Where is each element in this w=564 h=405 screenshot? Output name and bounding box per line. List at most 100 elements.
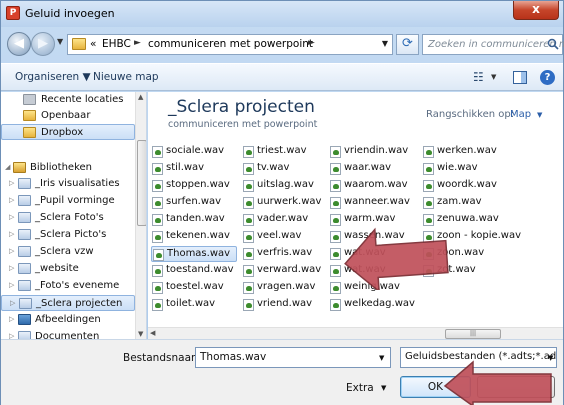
tools-button[interactable]: Extra (346, 382, 374, 394)
file-item[interactable]: tv.wav (242, 161, 328, 177)
audio-file-icon (152, 214, 163, 226)
window-title: Geluid invoegen (25, 7, 115, 20)
folder-icon (23, 110, 36, 121)
horizontal-scrollbar[interactable]: ◀ ||| (148, 327, 563, 339)
file-item[interactable]: wie.wav (422, 161, 532, 177)
view-options-icon[interactable]: ☷ (473, 70, 484, 84)
library-folder-icon (18, 195, 31, 206)
file-item[interactable]: verward.wav (242, 263, 328, 279)
nav-item-sclera-fotos[interactable]: ▷ _Sclera Foto's (1, 210, 135, 226)
nav-item-afbeeldingen[interactable]: ▷ Afbeeldingen (1, 312, 135, 328)
file-item[interactable]: woordk.wav (422, 178, 532, 194)
nav-item-website[interactable]: ▷ _website (1, 261, 135, 277)
nav-item-label: Dropbox (41, 127, 84, 138)
expand-arrow-icon[interactable]: ▷ (9, 196, 14, 204)
nav-item-iris-visualisaties[interactable]: ▷ _Iris visualisaties (1, 176, 135, 192)
recent-pages-dropdown-icon[interactable]: ▼ (57, 37, 63, 46)
file-item[interactable]: sociale.wav (151, 144, 237, 160)
file-item[interactable]: vragen.wav (242, 280, 328, 296)
file-item[interactable]: stoppen.wav (151, 178, 237, 194)
search-input[interactable]: Zoeken in communiceren met ... (422, 34, 564, 55)
file-item-selected[interactable]: Thomas.wav (151, 246, 237, 262)
expand-arrow-icon[interactable]: ▷ (9, 332, 14, 339)
nav-item-sclera-vzw[interactable]: ▷ _Sclera vzw (1, 244, 135, 260)
file-item[interactable]: vriend.wav (242, 297, 328, 313)
expand-arrow-icon[interactable]: ▷ (10, 299, 15, 307)
nav-item-fotos-evenementen[interactable]: ▷ _Foto's eveneme (1, 278, 135, 294)
audio-file-icon (423, 197, 434, 209)
breadcrumb-current[interactable]: communiceren met powerpoint (148, 38, 313, 50)
filename-input[interactable]: Thomas.wav (195, 347, 391, 368)
file-item[interactable]: vader.wav (242, 212, 328, 228)
expand-arrow-icon[interactable]: ▷ (9, 247, 14, 255)
file-item[interactable]: vriendin.wav (329, 144, 419, 160)
file-item[interactable]: wanneer.wav (329, 195, 419, 211)
breadcrumb-separator-icon[interactable]: ► (308, 38, 315, 48)
file-item[interactable]: tekenen.wav (151, 229, 237, 245)
help-icon[interactable]: ? (540, 70, 555, 85)
breadcrumb-ehbc[interactable]: EHBC (102, 38, 131, 50)
file-item[interactable]: toestel.wav (151, 280, 237, 296)
scroll-left-icon[interactable]: ◀ (150, 329, 155, 337)
file-item[interactable]: welkedag.wav (329, 297, 419, 313)
expand-arrow-icon[interactable]: ▷ (9, 179, 14, 187)
nav-item-sclera-pictos[interactable]: ▷ _Sclera Picto's (1, 227, 135, 243)
audio-file-icon (423, 180, 434, 192)
address-bar[interactable]: « EHBC ► communiceren met powerpoint ► ▼ (67, 34, 393, 55)
address-dropdown-icon[interactable]: ▼ (382, 39, 388, 48)
breadcrumb-separator-icon[interactable]: ► (134, 38, 141, 48)
nav-item-label: _Sclera Picto's (35, 229, 107, 240)
nav-item-documenten[interactable]: ▷ Documenten (1, 329, 135, 339)
file-item[interactable]: stil.wav (151, 161, 237, 177)
forward-button[interactable]: ▶ (31, 32, 55, 56)
folder-icon (72, 38, 86, 50)
expand-arrow-icon[interactable]: ▷ (9, 281, 14, 289)
file-item[interactable]: verfris.wav (242, 246, 328, 262)
view-dropdown-icon[interactable]: ▼ (491, 73, 496, 81)
file-item[interactable]: werken.wav (422, 144, 532, 160)
address-overflow[interactable]: « (90, 38, 96, 50)
new-folder-button[interactable]: Nieuwe map (93, 71, 159, 83)
expand-arrow-icon[interactable]: ▷ (9, 230, 14, 238)
arrange-dropdown-icon[interactable]: ▼ (537, 111, 542, 119)
nav-item-sclera-projecten[interactable]: ▷ _Sclera projecten (1, 295, 135, 311)
audio-file-icon (330, 299, 341, 311)
collapse-arrow-icon[interactable]: ◢ (5, 163, 10, 171)
nav-item-recent-places[interactable]: Recente locaties (1, 92, 135, 108)
file-item[interactable]: tanden.wav (151, 212, 237, 228)
file-list-pane: _Sclera projecten communiceren met power… (148, 92, 563, 339)
audio-file-icon (152, 299, 163, 311)
audio-file-icon (330, 231, 341, 243)
back-button[interactable]: ◀ (7, 32, 31, 56)
library-folder-icon (18, 331, 31, 339)
nav-scrollbar[interactable]: ▲ ▼ (135, 92, 146, 339)
arrange-by-value[interactable]: Map (510, 109, 531, 120)
refresh-button[interactable]: ⟳ (396, 34, 419, 55)
expand-arrow-icon[interactable]: ▷ (9, 315, 14, 323)
scroll-up-icon[interactable]: ▲ (138, 93, 143, 101)
file-item[interactable]: triest.wav (242, 144, 328, 160)
scroll-down-icon[interactable]: ▼ (138, 330, 143, 338)
scroll-thumb[interactable] (137, 140, 146, 226)
file-item[interactable]: zam.wav (422, 195, 532, 211)
expand-arrow-icon[interactable]: ▷ (9, 213, 14, 221)
file-item[interactable]: waarom.wav (329, 178, 419, 194)
file-item[interactable]: veel.wav (242, 229, 328, 245)
tools-dropdown-icon[interactable]: ▼ (381, 384, 386, 392)
organize-button[interactable]: Organiseren ▼ (15, 71, 91, 83)
file-item[interactable]: uitslag.wav (242, 178, 328, 194)
nav-item-openbaar[interactable]: Openbaar (1, 108, 135, 124)
file-item[interactable]: surfen.wav (151, 195, 237, 211)
filename-dropdown-icon[interactable]: ▼ (379, 354, 384, 362)
close-button[interactable]: x (513, 1, 559, 20)
nav-item-pupil-vorminge[interactable]: ▷ _Pupil vorminge (1, 193, 135, 209)
expand-arrow-icon[interactable]: ▷ (9, 264, 14, 272)
nav-item-dropbox[interactable]: Dropbox (1, 124, 135, 140)
nav-item-bibliotheken[interactable]: ◢ Bibliotheken (1, 160, 135, 176)
scroll-thumb[interactable]: ||| (445, 329, 501, 339)
file-item[interactable]: uurwerk.wav (242, 195, 328, 211)
file-item[interactable]: toestand.wav (151, 263, 237, 279)
file-item[interactable]: waar.wav (329, 161, 419, 177)
preview-pane-icon[interactable] (513, 71, 527, 84)
file-item[interactable]: toilet.wav (151, 297, 237, 313)
